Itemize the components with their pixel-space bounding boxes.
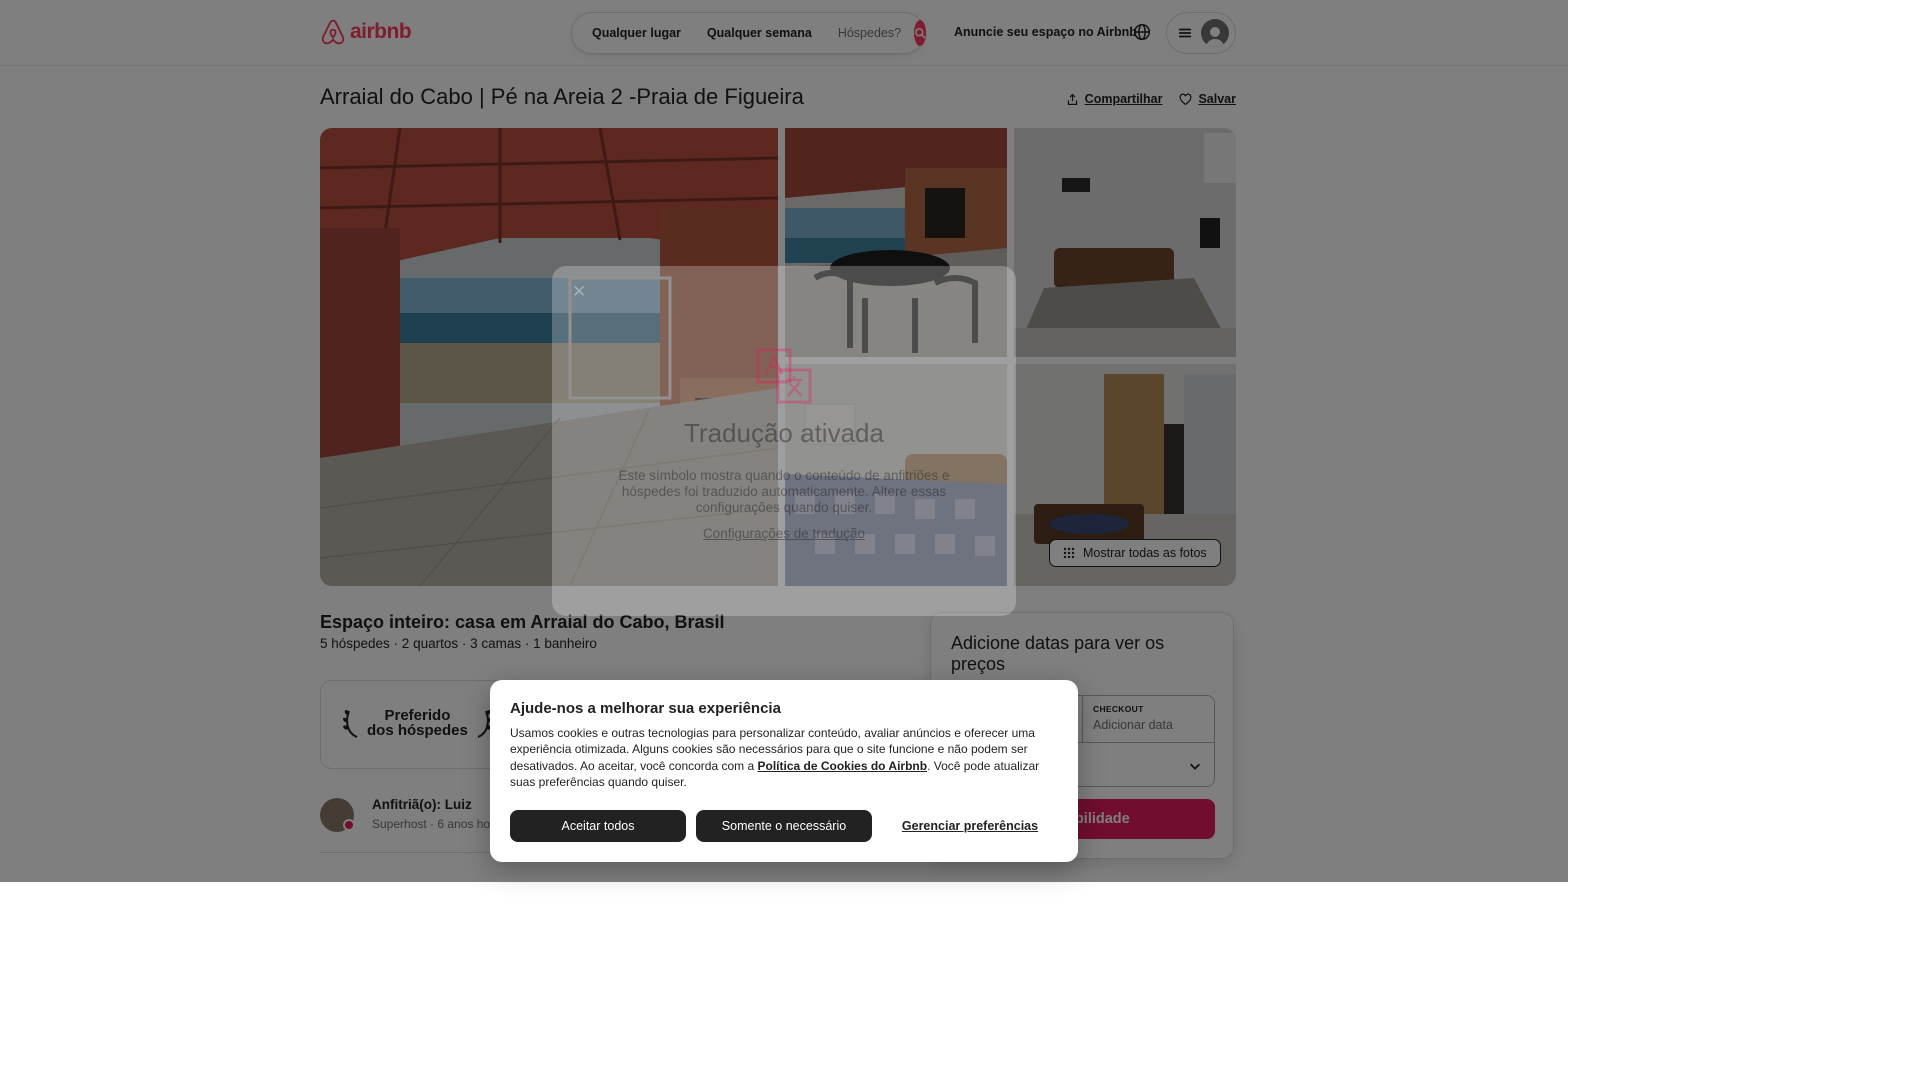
accept-all-button[interactable]: Aceitar todos — [510, 810, 686, 842]
translation-modal: ✕ Tradução ativada Este símbolo mostra q… — [552, 266, 1016, 616]
cookie-consent-dialog: Ajude-nos a melhorar sua experiência Usa… — [490, 680, 1078, 862]
translation-modal-body: Este símbolo mostra quando o conteúdo de… — [618, 468, 950, 515]
translation-modal-title: Tradução ativada — [684, 418, 884, 448]
translate-icon — [756, 348, 812, 404]
manage-preferences-button[interactable]: Gerenciar preferências — [882, 810, 1058, 842]
cookie-policy-link[interactable]: Política de Cookies do Airbnb — [757, 759, 927, 773]
only-necessary-button[interactable]: Somente o necessário — [696, 810, 872, 842]
cookie-title: Ajude-nos a melhorar sua experiência — [510, 700, 781, 717]
cookie-body: Usamos cookies e outras tecnologias para… — [510, 725, 1058, 791]
close-icon[interactable]: ✕ — [572, 282, 586, 302]
translation-settings-link[interactable]: Configurações de tradução — [552, 526, 1016, 541]
